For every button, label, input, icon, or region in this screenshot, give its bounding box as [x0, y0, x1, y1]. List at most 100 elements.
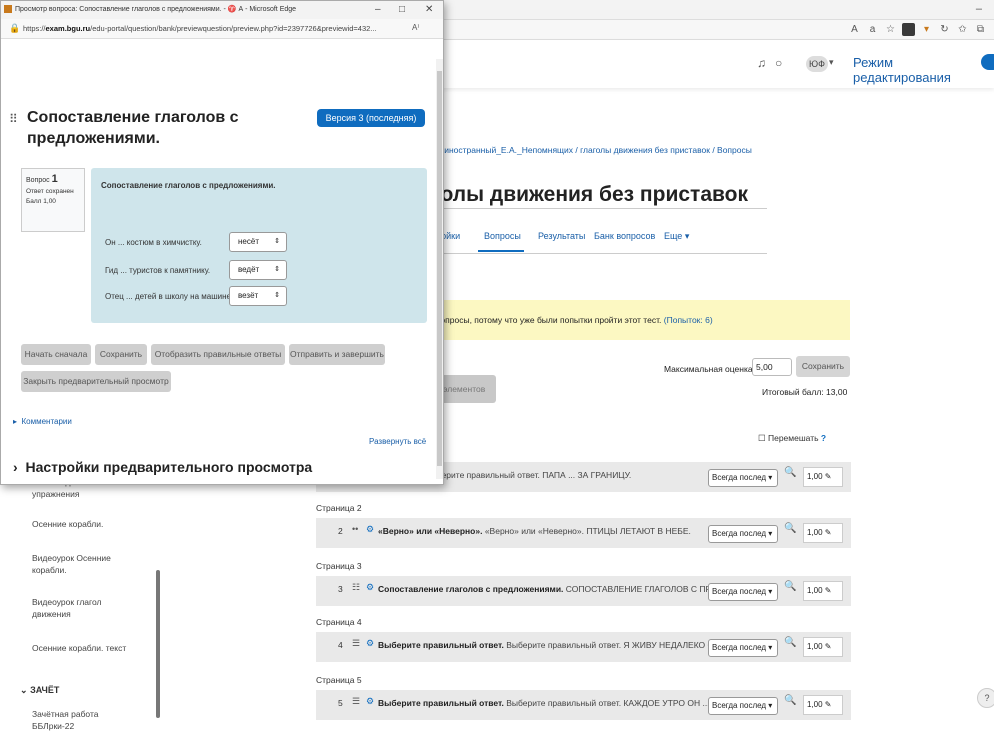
chevron-down-icon[interactable]: ▾ [829, 57, 834, 68]
comments-toggle[interactable]: ▸ Комментарии [13, 417, 72, 426]
preview-zoom-icon[interactable]: 🔍 [784, 695, 796, 706]
translate-icon[interactable]: a [866, 23, 879, 36]
select-arrow-icon: ⇕ [274, 292, 280, 299]
gear-icon[interactable]: ⚙ [366, 582, 374, 593]
tab-results[interactable]: Результаты [538, 231, 585, 241]
course-section-title[interactable]: ⌄ ЗАЧЁТ [20, 685, 59, 696]
course-index-item[interactable]: Осенние корабли. [32, 518, 142, 530]
max-mark-field[interactable]: 1,00 ✎ [803, 695, 843, 715]
popup-address-bar[interactable]: 🔒 https://exam.bgu.ru/edu-portal/questio… [1, 19, 443, 39]
save-button[interactable]: Сохранить [796, 356, 850, 377]
question-type-icon: ☰ [352, 638, 361, 648]
favorite-icon[interactable]: ☆ [884, 23, 897, 36]
page-title-label: Страница 4 [316, 617, 362, 627]
extension-icon[interactable]: ▾ [920, 23, 933, 36]
popup-titlebar: Просмотр вопроса: Сопоставление глаголов… [1, 1, 443, 19]
save-button[interactable]: Сохранить [95, 344, 147, 365]
question-grade: Балл 1,00 [26, 198, 56, 205]
course-index-item[interactable]: Видеоурок Осенние корабли. [32, 552, 142, 576]
active-tab-indicator [478, 250, 524, 252]
edit-mode-toggle[interactable] [981, 54, 994, 70]
preview-zoom-icon[interactable]: 🔍 [784, 637, 796, 648]
slot-number: 4 [338, 640, 343, 650]
max-mark-field[interactable]: 1,00 ✎ [803, 581, 843, 601]
match-select[interactable]: везёт ⇕ [229, 286, 287, 306]
question-slot[interactable]: 4 ☰ ⚙ Выберите правильный ответ. Выберите п… [316, 632, 851, 662]
submit-and-finish-button[interactable]: Отправить и завершить [289, 344, 385, 365]
refresh-icon[interactable]: ↻ [938, 23, 951, 36]
question-slot[interactable]: 2 •• ⚙ «Верно» или «Неверно». «Верно» или «… [316, 518, 851, 548]
preview-zoom-icon[interactable]: 🔍 [784, 467, 796, 478]
attempts-link[interactable]: (Попыток: 6) [664, 315, 713, 325]
slot-number: 5 [338, 698, 343, 708]
preview-zoom-icon[interactable]: 🔍 [784, 581, 796, 592]
slot-question-text[interactable]: Выберите правильный ответ. Выберите прав… [378, 640, 708, 650]
tab-questions[interactable]: Вопросы [484, 231, 521, 241]
tab-more[interactable]: Еще ▾ [664, 231, 689, 242]
course-index-item[interactable]: Зачётная работа ББЛрки-22 [32, 708, 142, 732]
question-slot[interactable]: 5 ☰ ⚙ Выберите правильный ответ. Выберите п… [316, 690, 851, 720]
question-info-box: Вопрос 1 Ответ сохранен Балл 1,00 [21, 168, 85, 232]
match-row-text: Он ... костюм в химчистку. [105, 238, 202, 247]
max-grade-input[interactable]: 5,00 [752, 358, 792, 376]
shuffle-checkbox[interactable]: ☐ Перемешать ? [758, 433, 826, 444]
extension-icon[interactable] [902, 23, 915, 36]
gear-icon[interactable]: ⚙ [366, 524, 374, 535]
max-mark-field[interactable]: 1,00 ✎ [803, 523, 843, 543]
drag-handle-icon: ⠿ [9, 112, 18, 126]
total-grade: Итоговый балл: 13,00 [762, 387, 848, 397]
question-slot[interactable]: 3 ☷ ⚙ Сопоставление глаголов с предложениям… [316, 576, 851, 606]
gear-icon[interactable]: ⚙ [366, 696, 374, 707]
question-version-select[interactable]: Всегда послед ▾ [708, 639, 778, 657]
question-version-select[interactable]: Всегда послед ▾ [708, 525, 778, 543]
tab-question-bank[interactable]: Банк вопросов [594, 231, 655, 241]
course-index-item[interactable]: Осенние корабли. текст [32, 642, 142, 654]
help-icon[interactable]: ? [821, 433, 826, 443]
preview-settings-heading[interactable]: › Настройки предварительного просмотра [13, 459, 312, 475]
max-grade-label: Максимальная оценка [664, 364, 753, 374]
edit-mode-label: Режим редактирования [853, 55, 951, 85]
breadcrumb[interactable]: ык иностранный_Е.А._Непомнящих / глаголы… [432, 145, 752, 155]
maximize-icon[interactable]: □ [399, 4, 405, 15]
max-mark-field[interactable]: 1,00 ✎ [803, 637, 843, 657]
read-aloud-icon[interactable]: A⁾ [412, 23, 419, 32]
question-type-icon: ☷ [352, 582, 361, 592]
scrollbar-thumb[interactable] [437, 71, 442, 466]
match-select[interactable]: ведёт ⇕ [229, 260, 287, 280]
question-content-box: Сопоставление глаголов с предложениями. … [91, 168, 427, 323]
minimize-icon[interactable]: – [976, 3, 982, 15]
help-icon[interactable]: ? [977, 688, 994, 708]
minimize-icon[interactable]: – [375, 4, 381, 15]
page-title-label: Страница 5 [316, 675, 362, 685]
messages-icon[interactable]: ○ [775, 56, 782, 70]
avatar[interactable]: ЮФ [806, 56, 828, 72]
preview-zoom-icon[interactable]: 🔍 [784, 523, 796, 534]
question-version-select[interactable]: Всегда послед ▾ [708, 583, 778, 601]
slot-question-text[interactable]: Сопоставление глаголов с предложениями. … [378, 584, 708, 594]
popup-window-title: Просмотр вопроса: Сопоставление глаголов… [15, 6, 297, 13]
url-text[interactable]: https://exam.bgu.ru/edu-portal/question/… [23, 24, 377, 33]
warning-notice: вопросы, потому что уже были попытки про… [432, 300, 850, 340]
question-version-select[interactable]: Всегда послед ▾ [708, 469, 778, 487]
match-select[interactable]: несёт ⇕ [229, 232, 287, 252]
show-correct-answers-button[interactable]: Отобразить правильные ответы [151, 344, 285, 365]
slot-number: 2 [338, 526, 343, 536]
favorites-icon[interactable]: ✩ [956, 23, 969, 36]
match-row-text: Гид ... туристов к памятнику. [105, 266, 211, 275]
collections-icon[interactable]: ⧉ [974, 23, 987, 36]
restart-button[interactable]: Начать сначала [21, 344, 91, 365]
gear-icon[interactable]: ⚙ [366, 638, 374, 649]
slot-question-text[interactable]: Выберите правильный ответ. Выберите прав… [378, 698, 708, 708]
scrollbar[interactable] [156, 570, 160, 718]
notification-bell-icon[interactable]: ♫ [757, 56, 766, 70]
read-aloud-icon[interactable]: A [848, 23, 861, 36]
slot-question-text[interactable]: «Верно» или «Неверно». «Верно» или «Неве… [378, 526, 708, 536]
page-title-label: Страница 2 [316, 503, 362, 513]
question-version-select[interactable]: Всегда послед ▾ [708, 697, 778, 715]
max-mark-field[interactable]: 1,00 ✎ [803, 467, 843, 487]
close-preview-button[interactable]: Закрыть предварительный просмотр [21, 371, 171, 392]
expand-all-link[interactable]: Развернуть всё [369, 437, 426, 446]
course-index-item[interactable]: Видеоурок глагол движения [32, 596, 142, 620]
close-icon[interactable]: ✕ [425, 4, 433, 15]
lock-icon[interactable]: 🔒 [9, 23, 20, 34]
